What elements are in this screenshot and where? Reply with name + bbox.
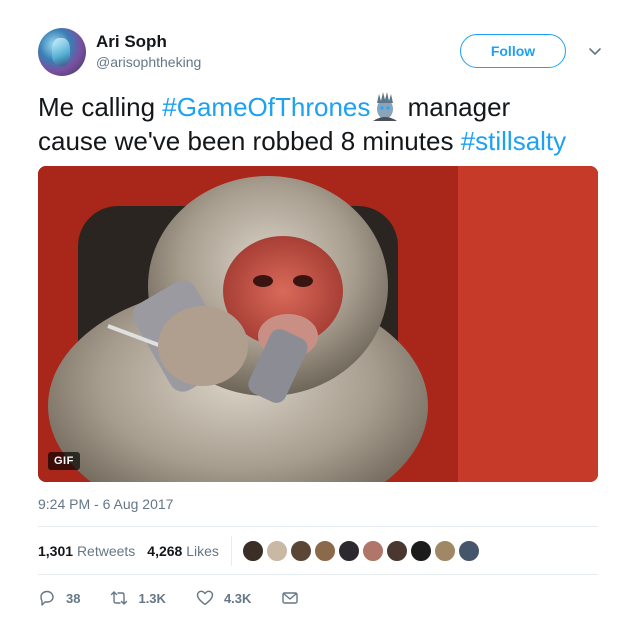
likers-avatars (241, 540, 482, 562)
like-action[interactable]: 4.3K (196, 589, 251, 607)
tweet-text: Me calling #GameOfThrones manager cause … (38, 90, 618, 158)
tweet-header: Ari Soph @arisophtheking Follow (38, 28, 610, 80)
reply-count: 38 (66, 590, 81, 606)
tweet-actions: 38 1.3K 4.3K (38, 588, 339, 608)
liker-avatar[interactable] (433, 540, 456, 562)
stats-separator (230, 536, 232, 566)
tweet-text-part: cause we've been robbed 8 minutes (38, 126, 461, 156)
hashtag-link[interactable]: #stillsalty (461, 126, 566, 156)
liker-avatar[interactable] (361, 540, 384, 562)
liker-avatar[interactable] (313, 540, 336, 562)
message-action[interactable] (281, 589, 309, 607)
retweets-count: 1,301 (38, 543, 74, 559)
reply-action[interactable]: 38 (38, 589, 80, 607)
avatar[interactable] (38, 28, 86, 76)
retweet-action[interactable]: 1.3K (110, 589, 166, 607)
liker-avatar[interactable] (241, 540, 264, 562)
display-name[interactable]: Ari Soph (96, 32, 201, 52)
likes-stat[interactable]: 4,268 Likes (147, 543, 219, 559)
retweets-stat[interactable]: 1,301 Retweets (38, 543, 135, 559)
hashtag-link[interactable]: #GameOfThrones (162, 92, 370, 122)
monkey-phone-image (38, 166, 598, 482)
liker-avatar[interactable] (409, 540, 432, 562)
message-icon (282, 592, 299, 604)
likes-count: 4,268 (147, 543, 183, 559)
gif-media[interactable]: GIF (38, 166, 598, 482)
divider (38, 574, 598, 575)
liker-avatar[interactable] (385, 540, 408, 562)
tweet-timestamp[interactable]: 9:24 PM - 6 Aug 2017 (38, 496, 173, 512)
white-walker-emoji-icon (373, 92, 398, 121)
tweet-text-part: manager (400, 92, 511, 122)
liker-avatar[interactable] (289, 540, 312, 562)
gif-badge: GIF (48, 452, 80, 470)
retweet-icon (111, 591, 128, 605)
liker-avatar[interactable] (265, 540, 288, 562)
retweet-count: 1.3K (138, 590, 166, 606)
likes-label: Likes (186, 543, 219, 559)
like-count: 4.3K (223, 590, 252, 606)
user-info[interactable]: Ari Soph @arisophtheking (96, 32, 201, 72)
liker-avatar[interactable] (457, 540, 480, 562)
divider (38, 526, 598, 527)
follow-button[interactable]: Follow (460, 34, 566, 68)
like-icon (196, 590, 214, 606)
retweets-label: Retweets (76, 543, 136, 559)
tweet-stats: 1,301 Retweets 4,268 Likes (38, 530, 598, 572)
reply-icon (40, 590, 54, 606)
user-handle[interactable]: @arisophtheking (96, 52, 201, 72)
liker-avatar[interactable] (337, 540, 360, 562)
tweet-text-part: Me calling (38, 92, 163, 122)
chevron-down-icon[interactable] (586, 42, 604, 60)
